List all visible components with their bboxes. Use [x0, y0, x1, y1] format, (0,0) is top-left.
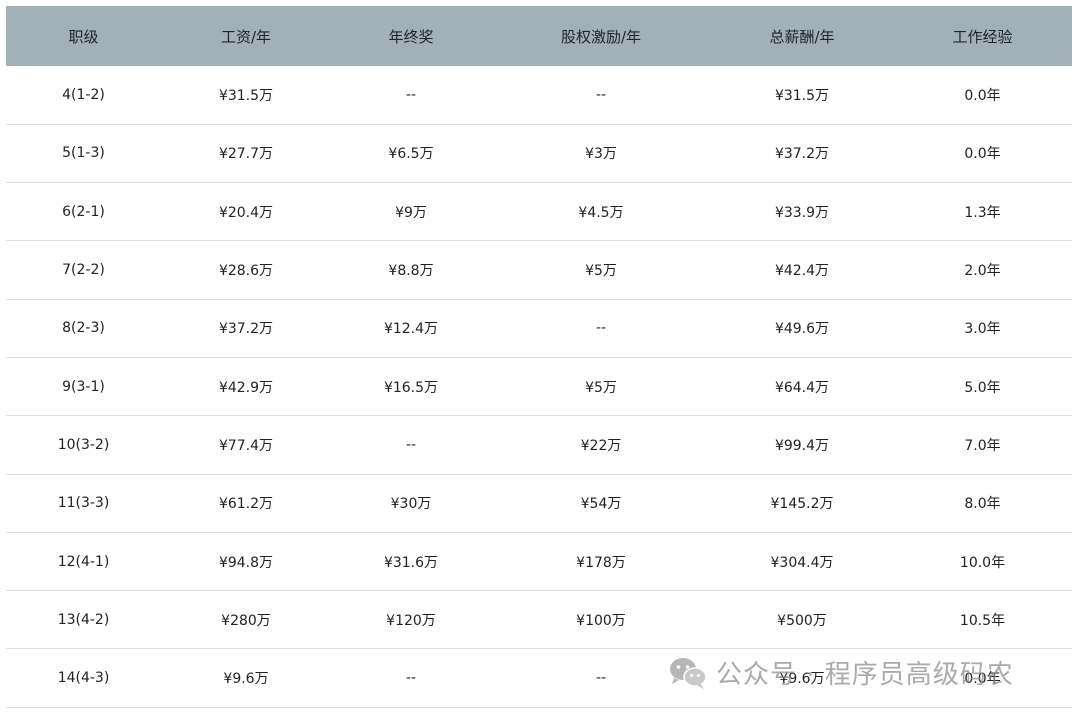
- cell-salary: ¥37.2万: [218, 321, 274, 338]
- header-level[interactable]: 职级: [6, 6, 161, 66]
- cell-equity: ¥5万: [585, 263, 617, 280]
- cell-bonus: --: [405, 670, 417, 687]
- cell-bonus: ¥8.8万: [388, 263, 434, 280]
- cell-equity: ¥5万: [585, 379, 617, 396]
- cell-level: 8(2-3): [62, 320, 105, 337]
- cell-salary: ¥42.9万: [218, 379, 274, 396]
- cell-total: ¥49.6万: [774, 321, 830, 338]
- header-total[interactable]: 总薪酬/年: [711, 6, 893, 66]
- table-row: 7(2-2) ¥28.6万 ¥8.8万 ¥5万 ¥42.4万 2.0年: [6, 241, 1072, 300]
- cell-level: 7(2-2): [62, 262, 105, 279]
- cell-total: ¥500万: [777, 612, 827, 629]
- cell-bonus: ¥120万: [386, 612, 436, 629]
- table-row: 13(4-2) ¥280万 ¥120万 ¥100万 ¥500万 10.5年: [6, 591, 1072, 649]
- cell-total: ¥304.4万: [770, 554, 834, 571]
- cell-bonus: ¥9万: [395, 204, 427, 221]
- cell-bonus: --: [405, 436, 417, 453]
- cell-total: ¥64.4万: [774, 379, 830, 396]
- cell-experience: 0.0年: [964, 87, 1001, 104]
- cell-total: ¥42.4万: [774, 263, 830, 280]
- cell-experience: 10.0年: [959, 554, 1006, 571]
- table-row: 8(2-3) ¥37.2万 ¥12.4万 -- ¥49.6万 3.0年: [6, 299, 1072, 358]
- cell-experience: 0.0年: [964, 146, 1001, 163]
- cell-experience: 10.5年: [959, 612, 1006, 629]
- cell-bonus: ¥12.4万: [383, 321, 439, 338]
- table-row: 11(3-3) ¥61.2万 ¥30万 ¥54万 ¥145.2万 8.0年: [6, 474, 1072, 533]
- header-bonus[interactable]: 年终奖: [331, 6, 491, 66]
- cell-total: ¥31.5万: [774, 87, 830, 104]
- cell-equity: ¥54万: [580, 496, 622, 513]
- cell-equity: --: [595, 320, 607, 337]
- cell-experience: 8.0年: [964, 496, 1001, 513]
- cell-bonus: ¥6.5万: [388, 146, 434, 163]
- cell-experience: 3.0年: [964, 321, 1001, 338]
- table-row: 14(4-3) ¥9.6万 -- -- ¥9.6万 0.0年: [6, 649, 1072, 708]
- cell-experience: 0.0年: [964, 671, 1001, 688]
- cell-total: ¥9.6万: [779, 671, 825, 688]
- cell-equity: ¥100万: [576, 612, 626, 629]
- cell-level: 9(3-1): [62, 378, 105, 395]
- cell-salary: ¥28.6万: [218, 263, 274, 280]
- header-experience[interactable]: 工作经验: [893, 6, 1072, 66]
- cell-level: 12(4-1): [57, 553, 110, 570]
- salary-table: 职级 工资/年 年终奖 股权激励/年 总薪酬/年 工作经验 4(1-2) ¥31.…: [6, 6, 1072, 708]
- cell-bonus: ¥30万: [390, 496, 432, 513]
- table-body: 4(1-2) ¥31.5万 -- -- ¥31.5万 0.0年 5(1-3) ¥27.7万 ¥6…: [6, 66, 1072, 708]
- cell-total: ¥33.9万: [774, 204, 830, 221]
- cell-total: ¥99.4万: [774, 437, 830, 454]
- cell-experience: 5.0年: [964, 379, 1001, 396]
- cell-bonus: ¥31.6万: [383, 554, 439, 571]
- cell-level: 11(3-3): [57, 495, 110, 512]
- table-row: 9(3-1) ¥42.9万 ¥16.5万 ¥5万 ¥64.4万 5.0年: [6, 357, 1072, 416]
- table-header: 职级 工资/年 年终奖 股权激励/年 总薪酬/年 工作经验: [6, 6, 1072, 66]
- cell-salary: ¥61.2万: [218, 496, 274, 513]
- salary-table-container: 职级 工资/年 年终奖 股权激励/年 总薪酬/年 工作经验 4(1-2) ¥31.…: [6, 6, 1072, 708]
- cell-total: ¥145.2万: [770, 496, 834, 513]
- cell-equity: --: [595, 86, 607, 103]
- cell-equity: ¥3万: [585, 146, 617, 163]
- cell-level: 14(4-3): [57, 670, 110, 687]
- cell-experience: 2.0年: [964, 263, 1001, 280]
- cell-salary: ¥27.7万: [218, 146, 274, 163]
- cell-bonus: --: [405, 86, 417, 103]
- cell-experience: 1.3年: [964, 204, 1001, 221]
- table-row: 4(1-2) ¥31.5万 -- -- ¥31.5万 0.0年: [6, 66, 1072, 125]
- cell-experience: 7.0年: [964, 437, 1001, 454]
- cell-equity: ¥22万: [580, 437, 622, 454]
- cell-salary: ¥31.5万: [218, 87, 274, 104]
- cell-bonus: ¥16.5万: [383, 379, 439, 396]
- cell-salary: ¥20.4万: [218, 204, 274, 221]
- cell-salary: ¥9.6万: [223, 671, 269, 688]
- cell-total: ¥37.2万: [774, 146, 830, 163]
- cell-level: 6(2-1): [62, 203, 105, 220]
- table-row: 5(1-3) ¥27.7万 ¥6.5万 ¥3万 ¥37.2万 0.0年: [6, 124, 1072, 183]
- cell-level: 5(1-3): [62, 145, 105, 162]
- cell-level: 10(3-2): [57, 436, 110, 453]
- header-salary[interactable]: 工资/年: [161, 6, 331, 66]
- header-equity[interactable]: 股权激励/年: [491, 6, 711, 66]
- table-row: 6(2-1) ¥20.4万 ¥9万 ¥4.5万 ¥33.9万 1.3年: [6, 183, 1072, 241]
- cell-equity: --: [595, 670, 607, 687]
- cell-level: 4(1-2): [62, 86, 105, 103]
- cell-salary: ¥280万: [221, 612, 271, 629]
- table-row: 12(4-1) ¥94.8万 ¥31.6万 ¥178万 ¥304.4万 10.0年: [6, 532, 1072, 591]
- cell-level: 13(4-2): [57, 611, 110, 628]
- table-row: 10(3-2) ¥77.4万 -- ¥22万 ¥99.4万 7.0年: [6, 416, 1072, 475]
- cell-salary: ¥94.8万: [218, 554, 274, 571]
- cell-salary: ¥77.4万: [218, 437, 274, 454]
- cell-equity: ¥178万: [576, 554, 626, 571]
- header-row: 职级 工资/年 年终奖 股权激励/年 总薪酬/年 工作经验: [6, 6, 1072, 66]
- cell-equity: ¥4.5万: [578, 204, 624, 221]
